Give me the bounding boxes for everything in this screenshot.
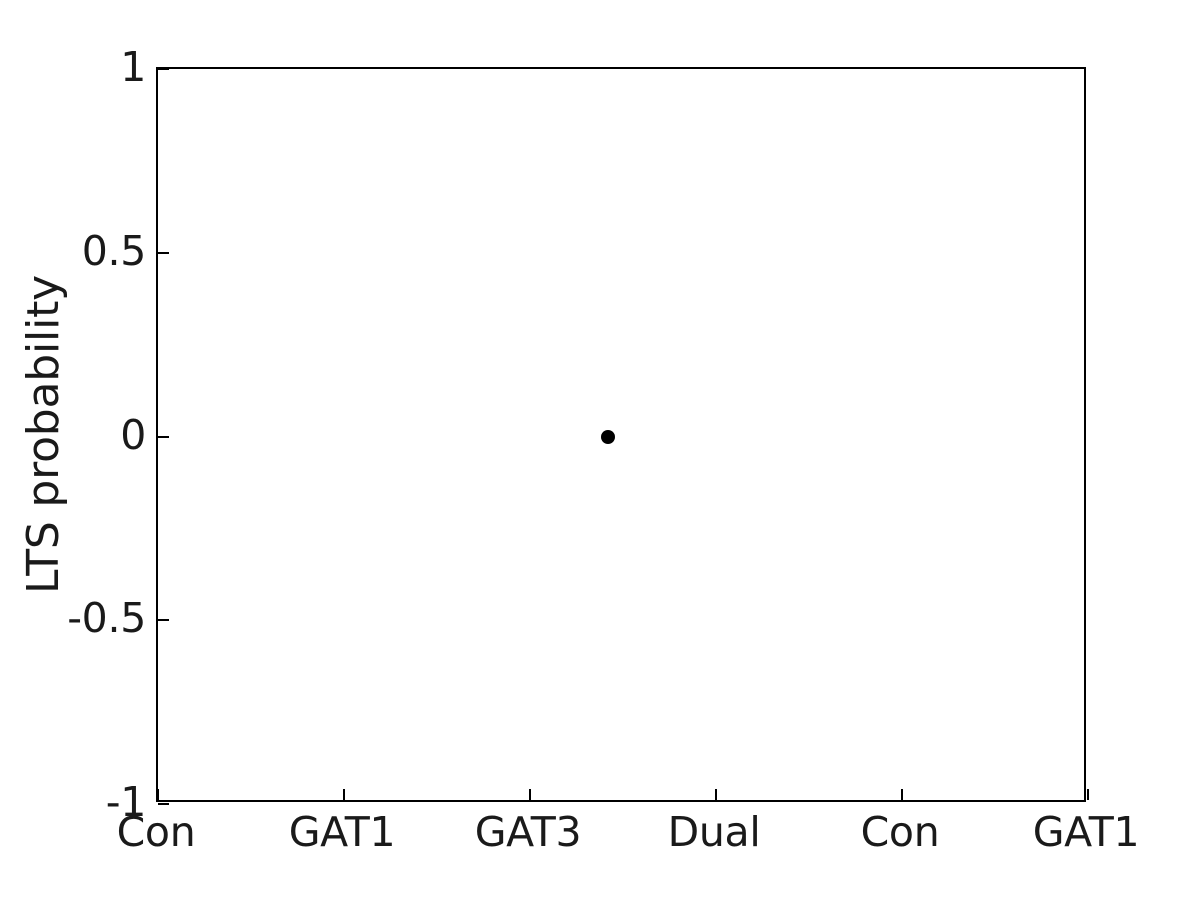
data-point [600,429,615,444]
data-series-layer [158,69,1084,800]
x-tick-label-6: GAT1 [1032,808,1140,856]
y-axis-label: LTS probability [18,275,69,595]
x-tick-label-1: Con [116,808,196,856]
y-tick-label-0: 0 [120,410,146,459]
x-tick-label-5: Con [860,808,940,856]
x-tick-label-4: Dual [667,808,761,856]
y-tick-label-minus0point5: -0.5 [67,594,146,643]
x-tick-mark-6 [1087,789,1089,800]
x-tick-label-2: GAT1 [288,808,396,856]
y-tick-mark-minus1 [158,803,169,805]
y-tick-label-1: 1 [120,43,146,91]
x-tick-label-3: GAT3 [474,808,582,856]
y-tick-label-0point5: 0.5 [81,226,147,275]
figure-canvas: LTS probability 1 0.5 0 -0.5 -1 Con GAT1… [0,0,1200,900]
plot-box [156,67,1089,805]
